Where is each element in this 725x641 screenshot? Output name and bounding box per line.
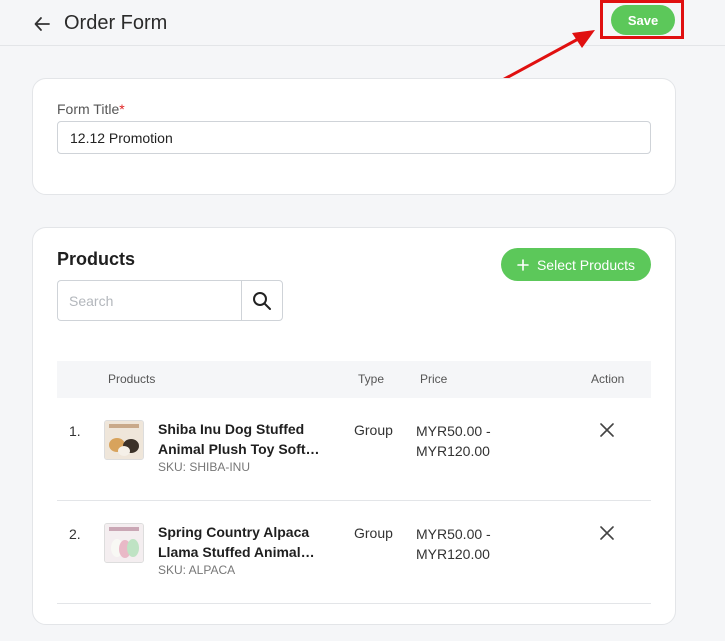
table-header: Products Type Price Action: [57, 361, 651, 398]
form-title-input[interactable]: [57, 121, 651, 154]
column-header-type: Type: [358, 372, 385, 386]
products-card: Products Select Products Products Type P…: [32, 227, 676, 625]
column-header-price: Price: [420, 372, 448, 386]
product-type: Group: [354, 422, 393, 438]
search-input[interactable]: [57, 280, 242, 321]
search-icon: [253, 291, 271, 310]
close-icon: [600, 526, 614, 540]
remove-product-button[interactable]: [598, 524, 616, 542]
close-icon: [600, 423, 614, 437]
remove-product-button[interactable]: [598, 421, 616, 439]
column-header-action: Action: [591, 372, 625, 386]
arrow-left-icon: [34, 17, 50, 31]
product-name[interactable]: Spring Country Alpaca Llama Stuffed Anim…: [158, 522, 318, 562]
save-button-highlight: [600, 0, 684, 39]
product-thumbnail: [104, 523, 144, 563]
required-mark: *: [119, 101, 125, 117]
form-title-label: Form Title*: [57, 101, 125, 117]
select-products-button[interactable]: Select Products: [501, 248, 651, 281]
products-heading: Products: [57, 249, 136, 269]
product-thumbnail: [104, 420, 144, 460]
row-number: 2.: [69, 526, 81, 542]
product-sku: SKU: ALPACA: [158, 563, 236, 577]
product-price: MYR50.00 - MYR120.00: [416, 526, 491, 562]
product-price: MYR50.00 - MYR120.00: [416, 423, 491, 459]
row-number: 1.: [69, 423, 81, 439]
product-type: Group: [354, 525, 393, 541]
select-products-label: Select Products: [536, 256, 636, 273]
page-title: Order Form: [64, 12, 168, 34]
back-button[interactable]: [30, 12, 54, 36]
product-sku: SKU: SHIBA-INU: [158, 460, 251, 474]
form-settings-card: Form Title*: [32, 78, 676, 195]
product-name[interactable]: Shiba Inu Dog Stuffed Animal Plush Toy S…: [158, 419, 320, 459]
column-header-products: Products: [108, 372, 156, 386]
table-row: 1. Shiba Inu Dog Stuffed Animal Plush To…: [57, 398, 651, 501]
plus-icon: [517, 258, 529, 271]
table-row: 2. Spring Country Alpaca Llama Stuffed A…: [57, 501, 651, 604]
search-button[interactable]: [241, 280, 283, 321]
